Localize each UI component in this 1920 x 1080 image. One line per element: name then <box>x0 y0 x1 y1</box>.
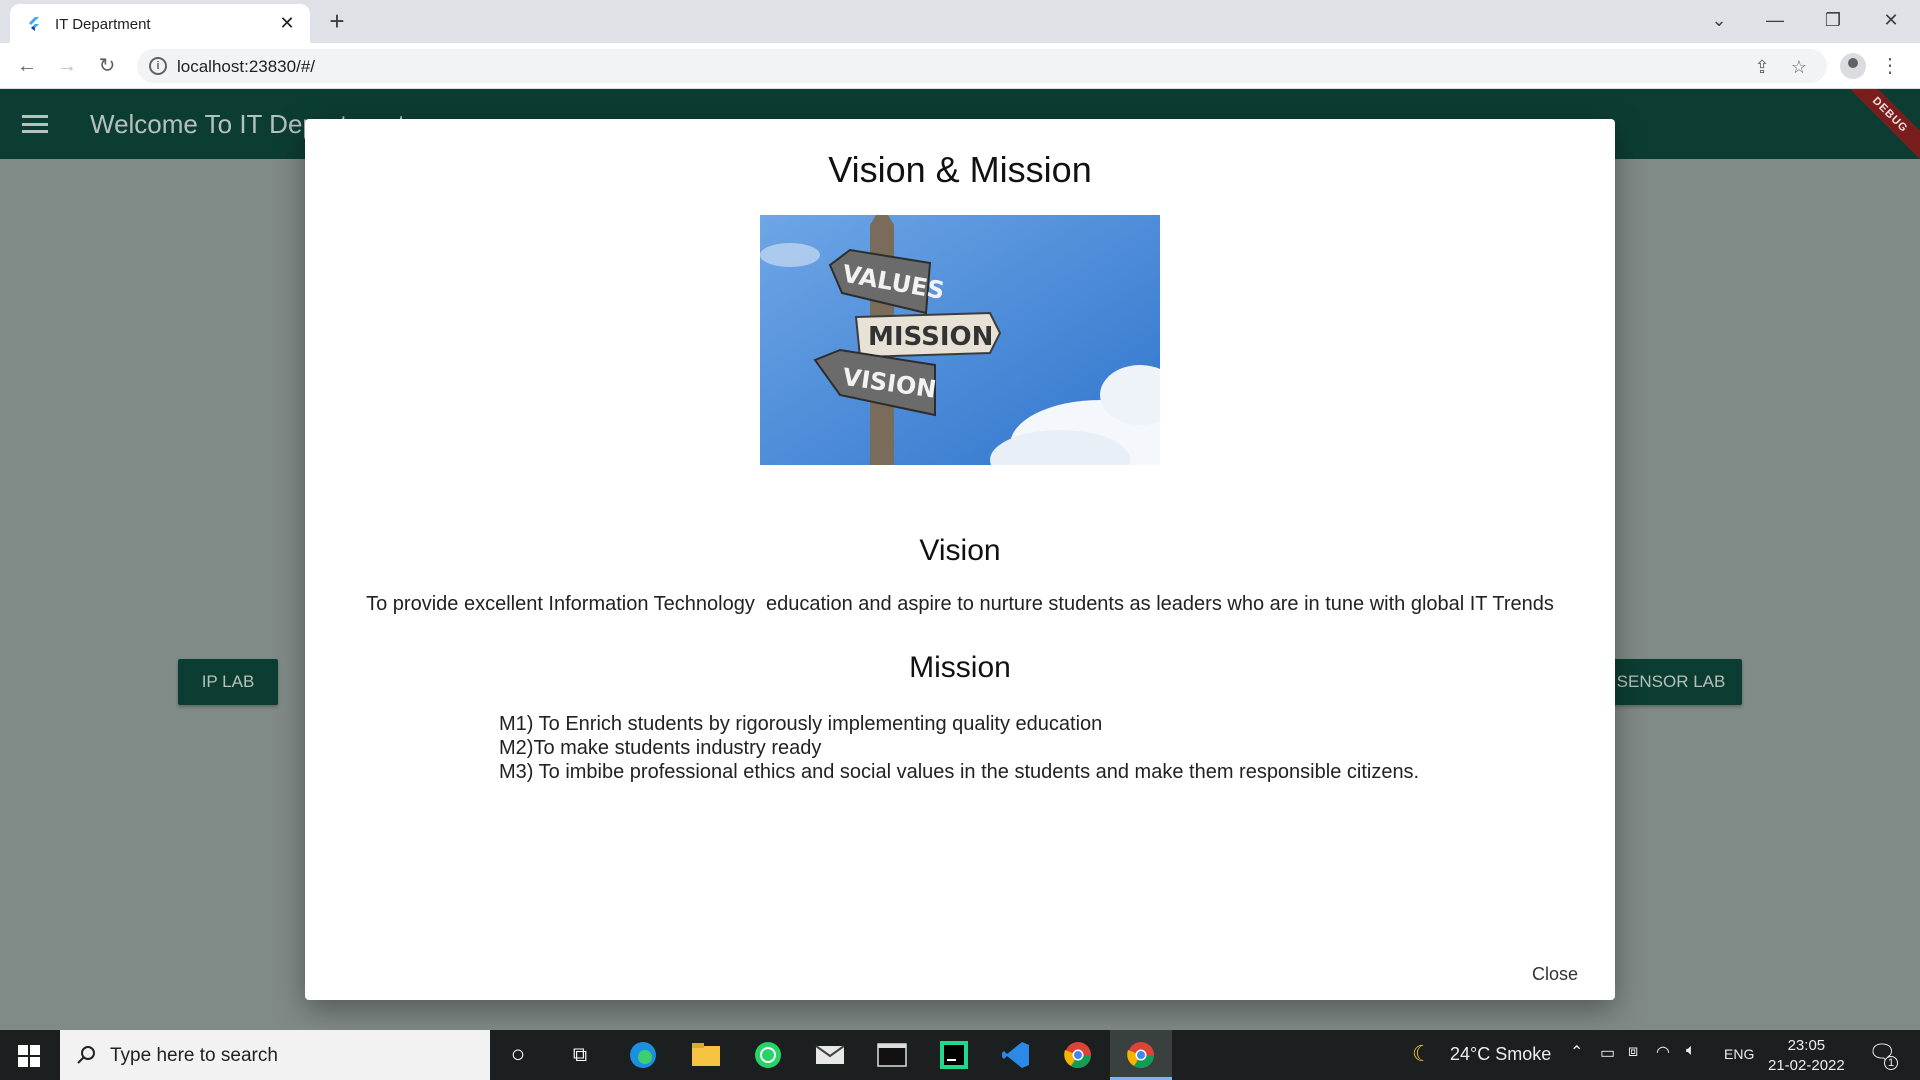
chrome-active-icon[interactable] <box>1110 1030 1172 1080</box>
search-icon <box>77 1046 95 1064</box>
cortana-icon[interactable]: ○ <box>500 1038 536 1072</box>
vision-heading: Vision <box>919 534 1001 567</box>
task-view-icon[interactable]: ⧉ <box>562 1038 598 1072</box>
search-placeholder: Type here to search <box>110 1045 278 1066</box>
tab-close-icon[interactable]: ✕ <box>276 12 298 34</box>
hamburger-menu-icon[interactable] <box>22 115 48 133</box>
weather-text[interactable]: 24°C Smoke <box>1450 1044 1551 1065</box>
sensor-lab-button[interactable]: SENSOR LAB <box>1600 659 1742 705</box>
flutter-favicon-icon <box>29 17 39 31</box>
whatsapp-icon[interactable] <box>750 1038 786 1072</box>
mission-heading: Mission <box>909 651 1011 684</box>
meet-now-icon[interactable]: ⧈ <box>1628 1043 1638 1061</box>
reload-icon[interactable]: ↻ <box>92 51 122 81</box>
new-tab-button[interactable]: + <box>322 7 352 37</box>
chrome-profile-icon[interactable] <box>1060 1038 1096 1072</box>
clock[interactable]: 23:05 21-02-2022 <box>1768 1036 1845 1076</box>
mission-item: M1) To Enrich students by rigorously imp… <box>499 713 1103 735</box>
vision-mission-dialog: Vision & Mission VALUES MISSION VISION V… <box>305 119 1615 1000</box>
mission-item: M2)To make students industry ready <box>499 737 822 759</box>
vision-text: To provide excellent Information Technol… <box>366 593 1554 615</box>
share-icon[interactable]: ⇪ <box>1750 55 1774 79</box>
ip-lab-button[interactable]: IP LAB <box>178 659 278 705</box>
clock-date: 21-02-2022 <box>1768 1057 1845 1074</box>
close-window-button[interactable]: ✕ <box>1868 4 1914 36</box>
back-icon[interactable]: ← <box>12 51 42 81</box>
address-bar: ← → ↻ i localhost:23830/#/ ⇪ ☆ ⋮ <box>0 43 1920 89</box>
battery-icon[interactable]: ▭ <box>1600 1043 1615 1063</box>
bookmark-star-icon[interactable]: ☆ <box>1787 55 1811 79</box>
language-indicator[interactable]: ENG <box>1724 1046 1754 1062</box>
forward-icon[interactable]: → <box>52 51 82 81</box>
vscode-icon[interactable] <box>998 1038 1034 1072</box>
taskbar-search-box[interactable]: Type here to search <box>60 1030 490 1080</box>
mission-sign-text: MISSION <box>868 322 993 352</box>
url-text[interactable]: localhost:23830/#/ <box>177 57 315 77</box>
windows-start-icon[interactable] <box>18 1045 40 1067</box>
minimize-button[interactable]: — <box>1752 4 1798 36</box>
tab-title: IT Department <box>55 16 151 33</box>
tab-search-icon[interactable]: ⌄ <box>1696 4 1742 36</box>
browser-tab[interactable]: IT Department ✕ <box>10 4 310 43</box>
tray-chevron-icon[interactable]: ⌃ <box>1570 1042 1583 1062</box>
wifi-icon[interactable]: ◠ <box>1656 1042 1670 1062</box>
profile-avatar-icon[interactable] <box>1840 53 1866 79</box>
debug-banner: DEBUG <box>1840 89 1920 165</box>
mission-item: M3) To imbibe professional ethics and so… <box>499 761 1420 783</box>
mail-icon[interactable] <box>812 1038 848 1072</box>
weather-moon-icon[interactable]: ☾ <box>1412 1041 1432 1067</box>
site-info-icon[interactable]: i <box>149 57 167 75</box>
terminal-icon[interactable] <box>874 1038 910 1072</box>
signpost-image: VALUES MISSION VISION <box>760 215 1160 465</box>
browser-menu-icon[interactable]: ⋮ <box>1880 51 1900 81</box>
clock-time: 23:05 <box>1787 1037 1826 1054</box>
volume-icon[interactable]: 🔈︎ <box>1686 1042 1696 1060</box>
browser-tab-strip: IT Department ✕ + ⌄ — ❐ ✕ <box>0 0 1920 43</box>
pycharm-icon[interactable] <box>936 1038 972 1072</box>
edge-icon[interactable] <box>625 1038 661 1072</box>
file-explorer-icon[interactable] <box>688 1038 724 1072</box>
mission-list: M1) To Enrich students by rigorously imp… <box>499 712 1419 784</box>
restore-button[interactable]: ❐ <box>1810 4 1856 36</box>
dialog-title: Vision & Mission <box>828 149 1092 190</box>
notification-count: 1 <box>1884 1056 1898 1070</box>
omnibox[interactable]: i localhost:23830/#/ ⇪ ☆ <box>137 49 1827 83</box>
dialog-close-button[interactable]: Close <box>1532 964 1578 985</box>
windows-taskbar: Type here to search ○ ⧉ ☾ 24°C Smoke ⌃ ▭… <box>0 1030 1920 1080</box>
